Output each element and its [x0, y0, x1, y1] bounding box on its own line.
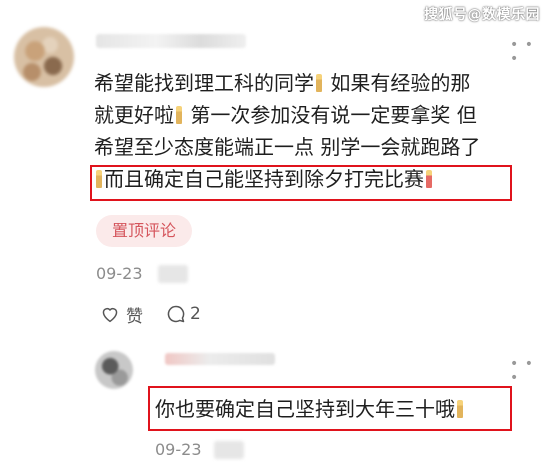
comment-text: 希望能找到理工科的同学 如果有经验的那 就更好啦 第一次参加没有说一定要拿奖 但… — [94, 67, 544, 195]
location-blurred — [158, 265, 188, 283]
comment-line-1b: 如果有经验的那 — [324, 71, 471, 95]
more-dots-icon[interactable]: • • • — [510, 357, 538, 385]
location-blurred — [214, 441, 244, 459]
reply-text-content: 你也要确定自己坚持到大年三十哦 — [155, 397, 455, 421]
reply-avatar[interactable] — [95, 351, 133, 389]
comment-line-4: 而且确定自己能坚持到除夕打完比赛 — [104, 167, 424, 191]
comment-date: 09-23 — [96, 264, 143, 283]
comment-line-1: 希望能找到理工科的同学 — [94, 71, 314, 95]
comment-date-text: 09-23 — [96, 264, 143, 283]
reply-count: 2 — [190, 304, 201, 324]
commenter-name-blurred[interactable] — [96, 34, 246, 48]
candle-emoji-icon — [96, 170, 102, 188]
candle-emoji-icon — [426, 170, 432, 188]
reply-button[interactable]: 2 — [166, 302, 201, 326]
comment-line-2a: 就更好啦 — [94, 103, 174, 127]
comment-bubble-icon — [167, 305, 185, 323]
reply-date: 09-23 — [155, 440, 202, 459]
commenter-avatar[interactable] — [14, 27, 74, 87]
reply-text: 你也要确定自己坚持到大年三十哦 — [155, 394, 465, 424]
reply-date-text: 09-23 — [155, 440, 202, 459]
pinned-comment-badge: 置顶评论 — [96, 215, 192, 247]
comment-line-2b: 第一次参加没有说一定要拿奖 但 — [184, 103, 477, 127]
like-label: 赞 — [126, 306, 143, 327]
reply-name-blurred[interactable] — [165, 353, 275, 365]
candle-emoji-icon — [457, 400, 463, 418]
like-button[interactable]: 赞 — [100, 302, 143, 327]
candle-emoji-icon — [176, 106, 182, 124]
heart-icon — [102, 307, 118, 323]
comment-line-3: 希望至少态度能端正一点 别学一会就跑路了 — [94, 135, 481, 159]
watermark: 搜狐号@数模乐园 — [424, 7, 540, 23]
more-dots-icon[interactable]: • • • — [510, 38, 538, 66]
candle-emoji-icon — [316, 74, 322, 92]
